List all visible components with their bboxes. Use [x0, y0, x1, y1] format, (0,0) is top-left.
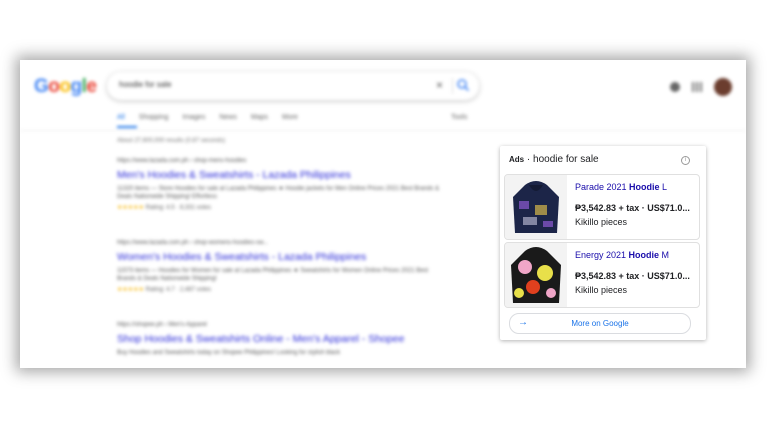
tab-maps[interactable]: Maps: [251, 114, 268, 121]
rating-text: Rating: 4.5 · 8,331 votes: [145, 205, 211, 211]
product-image: [505, 243, 567, 307]
search-divider: [452, 78, 453, 94]
product-card[interactable]: Energy 2021 Hoodie M ₱3,542.83 + tax · U…: [504, 242, 700, 308]
ads-query: hoodie for sale: [533, 154, 599, 165]
search-icon[interactable]: [456, 78, 470, 92]
search-result: https://shopee.ph › Men's-Apparel Shop H…: [117, 322, 447, 357]
tab-news[interactable]: News: [219, 114, 237, 121]
result-rating: ★★★★★ Rating: 4.5 · 8,331 votes: [117, 204, 447, 211]
search-box[interactable]: hoodie for sale ×: [107, 72, 479, 100]
more-on-google-button[interactable]: → More on Google: [509, 313, 691, 334]
clear-icon[interactable]: ×: [436, 78, 443, 92]
ads-header: Ads · hoodie for sale: [509, 154, 599, 165]
product-price: ₱3,542.83 + tax · US$71.0...: [575, 203, 690, 213]
result-snippet: 11320 items — Store Hoodies for sale at …: [117, 186, 440, 200]
product-seller: Kikillo pieces: [575, 217, 628, 227]
google-logo[interactable]: Google: [34, 76, 97, 98]
tab-images[interactable]: Images: [182, 114, 205, 121]
result-title[interactable]: Men's Hoodies & Sweatshirts - Lazada Phi…: [117, 169, 447, 181]
rating-stars: ★★★★★: [117, 205, 144, 211]
result-snippet: Buy Hoodies and Sweatshirts today on Sho…: [117, 350, 341, 356]
shopping-ads-panel: Ads · hoodie for sale i Parade 2021 Hood…: [500, 146, 706, 340]
tab-shopping[interactable]: Shopping: [139, 114, 169, 121]
result-title[interactable]: Shop Hoodies & Sweatshirts Online - Men'…: [117, 333, 447, 345]
search-tabs: All Shopping Images News Maps More Tools: [117, 114, 467, 121]
product-seller: Kikillo pieces: [575, 285, 628, 295]
result-stats: About 27,600,000 results (0.87 seconds): [117, 138, 226, 144]
header-divider: [20, 130, 746, 131]
result-cite[interactable]: https://shopee.ph › Men's-Apparel: [117, 322, 447, 328]
ads-separator: ·: [524, 154, 534, 165]
product-name[interactable]: Parade 2021 Hoodie L: [575, 182, 667, 192]
product-name[interactable]: Energy 2021 Hoodie M: [575, 250, 669, 260]
product-image: [505, 175, 567, 239]
apps-icon[interactable]: [692, 82, 702, 92]
rating-text: Rating: 4.7 · 2,487 votes: [145, 287, 211, 293]
search-input[interactable]: hoodie for sale: [119, 80, 171, 89]
result-cite[interactable]: https://www.lazada.com.ph › shop-womens-…: [117, 240, 447, 246]
avatar[interactable]: [714, 78, 732, 96]
rating-stars: ★★★★★: [117, 287, 144, 293]
tools-button[interactable]: Tools: [451, 114, 467, 121]
result-rating: ★★★★★ Rating: 4.7 · 2,487 votes: [117, 286, 447, 293]
more-on-google-label: More on Google: [571, 319, 629, 328]
active-tab-indicator: [117, 126, 137, 128]
product-price: ₱3,542.83 + tax · US$71.0...: [575, 271, 690, 281]
ads-badge: Ads: [509, 155, 525, 164]
result-snippet: 11573 items — Hoodies for Women for sale…: [117, 268, 429, 282]
product-card[interactable]: Parade 2021 Hoodie L ₱3,542.83 + tax · U…: [504, 174, 700, 240]
tab-more[interactable]: More: [282, 114, 298, 121]
result-title[interactable]: Women's Hoodies & Sweatshirts - Lazada P…: [117, 251, 447, 263]
search-result: https://www.lazada.com.ph › shop-mens-ho…: [117, 158, 447, 211]
tab-all[interactable]: All: [117, 114, 125, 121]
settings-icon[interactable]: [670, 82, 680, 92]
result-cite[interactable]: https://www.lazada.com.ph › shop-mens-ho…: [117, 158, 447, 164]
search-result: https://www.lazada.com.ph › shop-womens-…: [117, 240, 447, 293]
info-icon[interactable]: i: [681, 156, 690, 165]
